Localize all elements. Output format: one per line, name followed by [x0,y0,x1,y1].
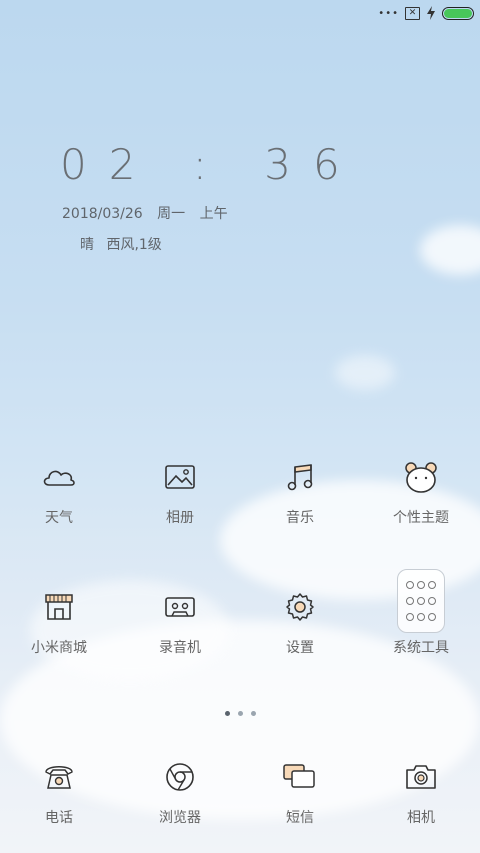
app-system-tools-folder[interactable]: 系统工具 [366,569,476,657]
dock-phone[interactable]: 电话 [4,755,114,827]
app-label: 相机 [407,810,435,826]
weather-wind: 西风,1级 [106,237,162,253]
gallery-icon [158,455,202,499]
app-music[interactable]: 音乐 [245,455,355,527]
app-label: 个性主题 [393,510,449,526]
clock-time[interactable]: 02 : 36 [60,140,362,189]
signal-dots-icon: ••• [378,7,399,19]
charging-bolt-icon [427,6,435,20]
app-gallery[interactable]: 相册 [125,455,235,527]
weather-condition: 晴 [80,237,94,253]
app-label: 浏览器 [159,810,201,826]
weather-line[interactable]: 晴 西风,1级 [80,234,170,254]
dock-messages[interactable]: 短信 [245,755,355,827]
ampm-text: 上午 [199,206,228,222]
app-label: 设置 [286,640,314,656]
page-dot[interactable] [224,711,230,716]
app-label: 天气 [45,510,73,526]
folder-icon [397,569,445,633]
status-bar: ••• ✕ [378,4,474,22]
page-indicator [0,701,480,720]
app-label: 系统工具 [393,640,449,656]
phone-icon [37,755,81,799]
page-dot[interactable] [250,711,256,716]
gear-icon [278,585,322,629]
cassette-icon [158,585,202,629]
date-line: 2018/03/26 周一 上午 [62,203,238,223]
store-icon [37,585,81,629]
no-sim-icon: ✕ [405,6,420,20]
app-weather[interactable]: 天气 [4,455,114,527]
date-text: 2018/03/26 [62,206,143,222]
app-label: 录音机 [159,640,201,656]
message-icon [278,755,322,799]
browser-icon [158,755,202,799]
weekday-text: 周一 [157,206,186,222]
music-note-icon [278,455,322,499]
app-label: 电话 [45,810,73,826]
cloud-icon [37,455,81,499]
app-themes[interactable]: 个性主题 [366,455,476,527]
dock-camera[interactable]: 相机 [366,755,476,827]
battery-level-fill [444,8,472,18]
battery-icon [442,6,474,20]
app-recorder[interactable]: 录音机 [125,585,235,657]
app-label: 小米商城 [31,640,87,656]
app-label: 音乐 [286,510,314,526]
app-mi-store[interactable]: 小米商城 [4,585,114,657]
camera-icon [399,755,443,799]
app-label: 相册 [166,510,194,526]
bear-theme-icon [399,455,443,499]
dock-browser[interactable]: 浏览器 [125,755,235,827]
page-dot[interactable] [237,711,243,716]
app-label: 短信 [286,810,314,826]
app-settings[interactable]: 设置 [245,585,355,657]
